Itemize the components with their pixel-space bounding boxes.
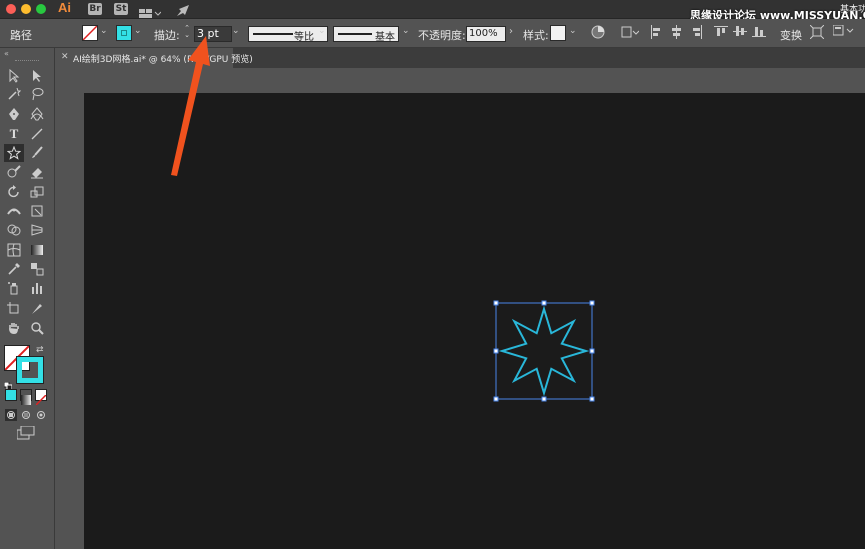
draw-inside-icon[interactable]	[35, 406, 47, 425]
zoom-icon[interactable]	[28, 320, 46, 336]
chevron-down-icon[interactable]: ⌄	[569, 26, 577, 36]
tools-panel: « T ⇄	[0, 48, 55, 549]
align-center-icon[interactable]	[670, 25, 682, 42]
stock-button[interactable]: St	[114, 3, 128, 15]
width-icon[interactable]	[5, 203, 23, 219]
symbol-sprayer-icon[interactable]	[5, 280, 23, 296]
bounding-box-handles[interactable]	[493, 300, 595, 402]
app-logo: Ai	[58, 0, 71, 15]
eyedropper-icon[interactable]	[5, 261, 23, 277]
default-colors-icon[interactable]	[3, 375, 13, 391]
eraser-icon[interactable]	[28, 164, 46, 180]
chevron-down-icon[interactable]: ⌄	[402, 26, 410, 36]
color-mode-icon[interactable]	[5, 389, 17, 401]
selection-type-label: 路径	[10, 29, 32, 42]
bounding-box	[495, 302, 593, 400]
paintbrush-icon[interactable]	[28, 145, 46, 161]
gradient-mode-icon[interactable]	[20, 389, 32, 405]
blend-icon[interactable]	[28, 261, 46, 277]
shaper-icon[interactable]	[5, 164, 23, 180]
close-window-button[interactable]	[6, 4, 16, 14]
zoom-window-button[interactable]	[36, 4, 46, 14]
none-mode-icon[interactable]	[35, 389, 47, 406]
align-middle-icon[interactable]	[733, 25, 747, 40]
align-to-icon[interactable]	[621, 26, 640, 41]
line-icon[interactable]	[28, 126, 46, 142]
draw-behind-icon[interactable]	[20, 406, 32, 425]
title-bar: Ai Br St 基本功 思缘设计论坛 www.MISSYUAN.COM	[0, 0, 865, 22]
align-left-icon[interactable]	[650, 25, 662, 42]
annotation-arrow	[171, 36, 210, 176]
star-icon[interactable]	[4, 144, 24, 162]
chevron-right-icon[interactable]: ›	[509, 26, 513, 37]
brush-definition-dropdown[interactable]: 基本	[333, 26, 399, 43]
align-top-icon[interactable]	[714, 25, 728, 40]
gradient-icon[interactable]	[28, 242, 46, 258]
artboard-icon[interactable]	[5, 301, 23, 317]
bridge-button[interactable]: Br	[88, 3, 102, 15]
collapse-panel-icon[interactable]: «	[4, 49, 9, 58]
direct-selection-tool-icon[interactable]	[28, 68, 46, 84]
chevron-down-icon[interactable]: ⌄	[100, 26, 108, 36]
align-right-icon[interactable]	[690, 25, 702, 42]
width-profile-label: 等比	[294, 32, 314, 43]
control-bar: 路径 ⌄ ⌄ 描边: ⌃ ⌄ 3 pt ⌄ 等比 ⌄ 基本 ⌄ 不透明度: 100…	[0, 19, 865, 48]
eight-point-star	[498, 305, 590, 397]
panel-grip[interactable]	[15, 60, 39, 62]
draw-normal-icon[interactable]	[5, 406, 17, 425]
brush-label: 基本	[375, 32, 395, 43]
minimize-window-button[interactable]	[21, 4, 31, 14]
selection-tool-icon[interactable]	[5, 68, 23, 84]
stroke-color-box[interactable]	[16, 356, 44, 384]
graph-icon[interactable]	[28, 280, 46, 296]
type-icon[interactable]: T	[5, 126, 23, 142]
shape-builder-icon[interactable]	[5, 222, 23, 238]
perspective-icon[interactable]	[28, 222, 46, 238]
opacity-input[interactable]: 100%	[466, 26, 506, 42]
free-transform-icon[interactable]	[28, 203, 46, 219]
curvature-icon[interactable]	[28, 106, 46, 122]
isolate-object-icon[interactable]	[809, 24, 825, 42]
mesh-icon[interactable]	[5, 242, 23, 258]
magic-wand-icon[interactable]	[5, 86, 23, 102]
close-tab-icon[interactable]: ✕	[61, 52, 69, 62]
fill-swatch[interactable]	[82, 25, 98, 41]
scale-icon[interactable]	[28, 184, 46, 200]
slice-icon[interactable]	[28, 301, 46, 317]
chevron-down-icon[interactable]: ⌄	[232, 26, 240, 36]
graphic-style-swatch[interactable]	[550, 25, 566, 41]
opacity-label: 不透明度:	[418, 29, 466, 42]
swap-fill-stroke-icon[interactable]: ⇄	[36, 345, 44, 355]
style-label: 样式:	[523, 29, 549, 42]
recolor-artwork-icon[interactable]	[591, 25, 605, 42]
pen-icon[interactable]	[5, 106, 23, 122]
transform-button[interactable]: 变换	[780, 27, 802, 43]
align-bottom-icon[interactable]	[752, 25, 766, 40]
chevron-down-icon[interactable]: ⌄	[318, 26, 326, 36]
star-shape[interactable]	[490, 297, 600, 407]
chevron-down-icon[interactable]: ⌄	[134, 26, 142, 36]
screen-mode-icon[interactable]	[16, 425, 35, 444]
panel-menu-icon[interactable]	[832, 24, 855, 40]
hand-icon[interactable]	[5, 320, 23, 336]
stroke-swatch[interactable]	[116, 25, 132, 41]
rotate-icon[interactable]	[5, 184, 23, 200]
lasso-icon[interactable]	[28, 86, 46, 102]
width-profile-dropdown[interactable]: 等比	[248, 26, 328, 43]
